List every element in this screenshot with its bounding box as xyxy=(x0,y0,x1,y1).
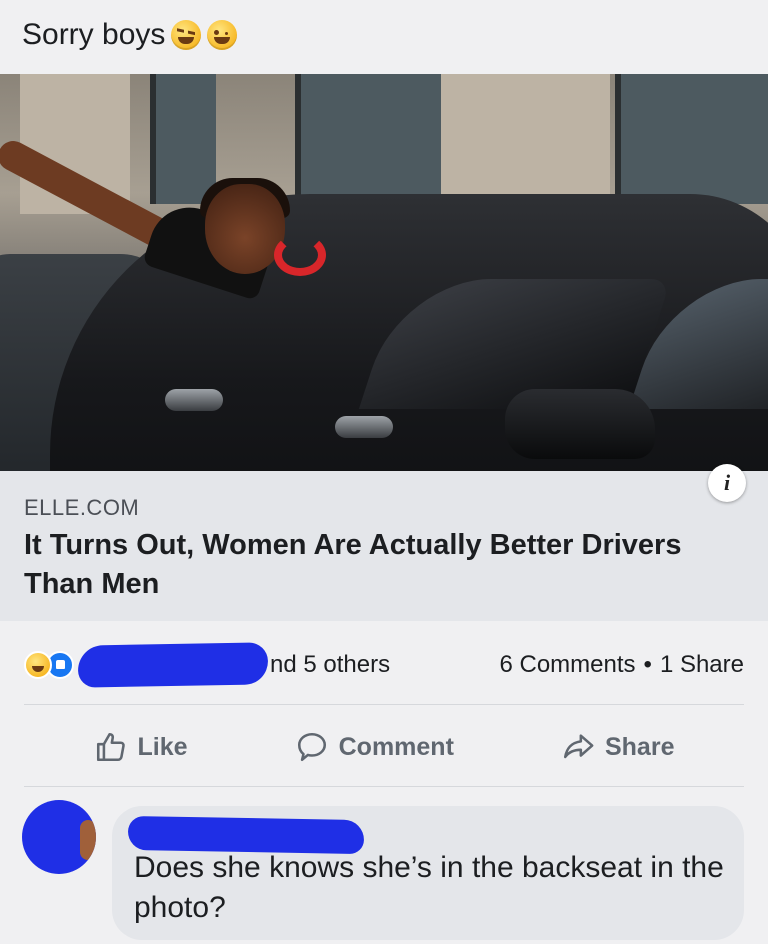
link-preview-image[interactable] xyxy=(0,74,768,471)
door-handle xyxy=(335,416,393,438)
share-label: Share xyxy=(604,732,675,761)
comment-text: Does she knows she’s in the backseat in … xyxy=(134,851,724,924)
like-button[interactable]: Like xyxy=(94,730,188,764)
grinning-squinting-face-icon xyxy=(171,20,202,50)
background-window xyxy=(615,74,768,204)
comment-button[interactable]: Comment xyxy=(295,730,454,764)
share-arrow-icon xyxy=(563,734,594,759)
red-headphones xyxy=(274,234,326,276)
winking-face-icon xyxy=(207,20,238,50)
thumbs-up-icon xyxy=(96,732,125,762)
door-handle xyxy=(165,389,223,411)
reaction-summary-bar: nd 5 others 6 Comments • 1 Share xyxy=(24,640,744,690)
post-text: Sorry boys xyxy=(22,18,166,51)
commenter-avatar-redacted[interactable] xyxy=(22,800,96,874)
background-window xyxy=(295,74,441,204)
action-bar: Like Comment Share xyxy=(0,712,768,782)
comments-count[interactable]: 6 Comments xyxy=(499,651,635,679)
reaction-others-text[interactable]: nd 5 others xyxy=(270,651,390,679)
post-text-row: Sorry boys xyxy=(22,18,238,52)
speech-bubble-icon xyxy=(297,732,326,762)
link-domain: ELLE.COM xyxy=(24,495,140,520)
background-building xyxy=(440,74,610,214)
shares-count[interactable]: 1 Share xyxy=(660,651,744,679)
link-headline[interactable]: It Turns Out, Women Are Actually Better … xyxy=(24,526,744,604)
background-window xyxy=(150,74,216,204)
redacted-names-scribble xyxy=(77,642,269,688)
divider xyxy=(24,786,744,787)
link-preview-caption[interactable]: ELLE.COM It Turns Out, Women Are Actuall… xyxy=(0,471,768,621)
divider xyxy=(24,704,744,705)
separator-dot: • xyxy=(643,651,652,678)
person-face xyxy=(205,184,285,274)
comment-bubble[interactable]: Does she knows she’s in the backseat in … xyxy=(112,806,744,940)
engagement-counts: 6 Comments • 1 Share xyxy=(499,651,744,679)
info-icon[interactable]: i xyxy=(708,464,746,502)
side-mirror xyxy=(505,389,655,459)
share-button[interactable]: Share xyxy=(561,730,674,764)
comment-label: Comment xyxy=(338,732,454,761)
haha-reaction-icon[interactable] xyxy=(24,651,52,679)
like-label: Like xyxy=(137,732,188,761)
